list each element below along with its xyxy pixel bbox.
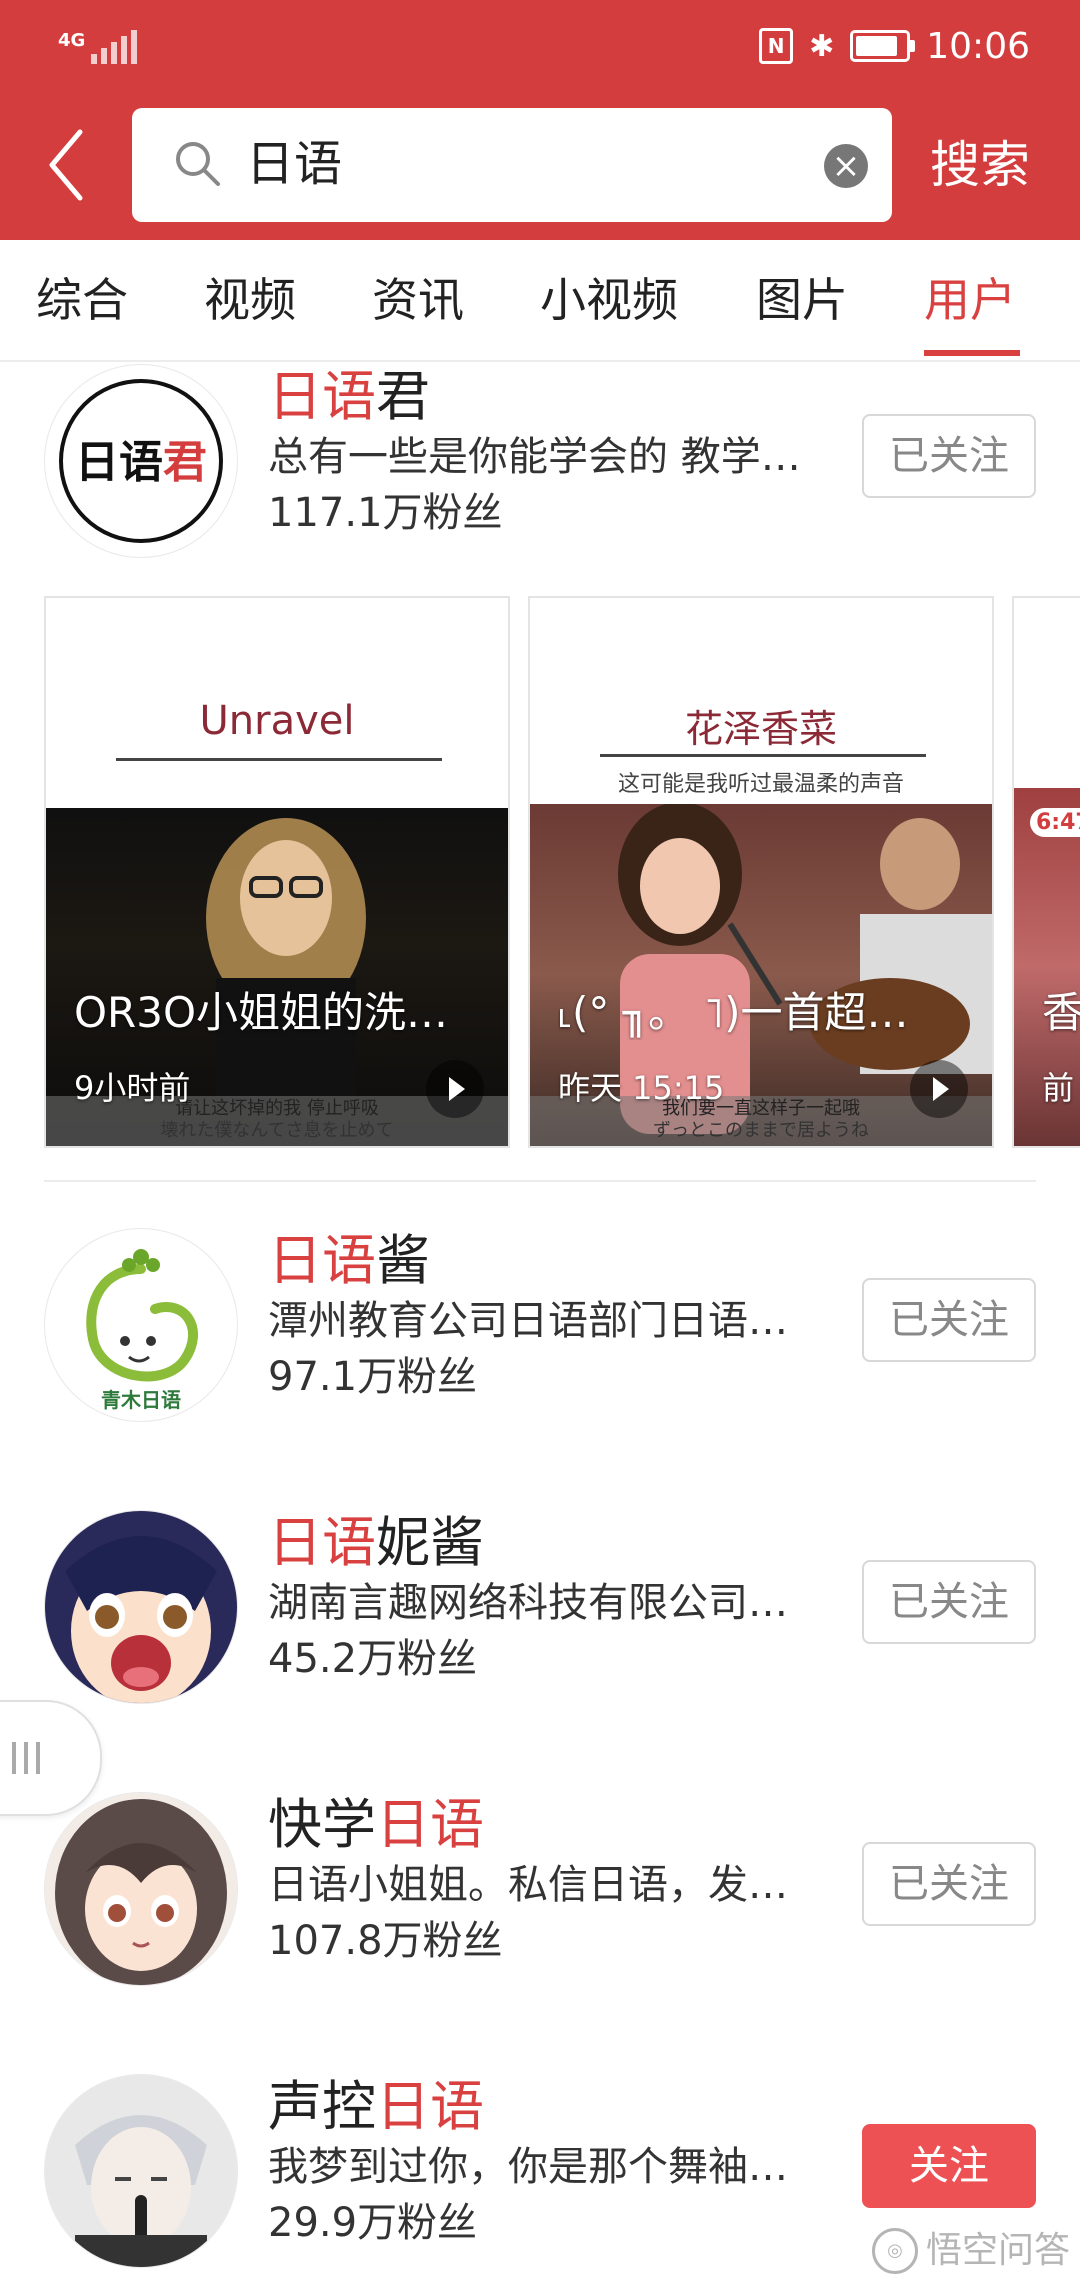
search-input[interactable]: 日语 (246, 134, 342, 194)
avatar: 日语君 (44, 364, 238, 558)
user-fans-count: 45.2万粉丝 (268, 1636, 478, 1682)
video-caption-line-2: 壊れた僕なんてさ息を止めて (160, 1120, 394, 1141)
signal-indicator: 4G (58, 24, 138, 64)
svg-text:青木日语: 青木日语 (101, 1388, 181, 1412)
user-description: 总有一些是你能学会的 教学… (268, 434, 801, 480)
category-tabs: 综合 视频 资讯 小视频 图片 用户 (0, 240, 1080, 362)
follow-button[interactable]: 关注 (862, 2124, 1036, 2208)
tab-news[interactable]: 资讯 (372, 270, 464, 330)
search-icon (176, 142, 220, 186)
user-name: 日语君 (268, 365, 430, 428)
user-description: 潭州教育公司日语部门日语… (268, 1298, 788, 1344)
signal-bars-icon (91, 30, 138, 64)
video-card[interactable]: 6:47 香 前 (1012, 596, 1080, 1148)
user-name: 日语妮酱 (268, 1511, 484, 1574)
following-button[interactable]: 已关注 (862, 1842, 1036, 1926)
tab-short-video[interactable]: 小视频 (540, 270, 678, 330)
user-avatar-image (45, 1793, 237, 1985)
handle-grip-line (12, 1742, 16, 1774)
user-description: 湖南言趣网络科技有限公司… (268, 1580, 788, 1626)
video-time: 昨天 15:15 (558, 1069, 725, 1107)
video-duration-badge: 6:47 (1030, 808, 1080, 837)
tab-images[interactable]: 图片 (756, 270, 848, 330)
app-header: 4G N ✱ 10:06 日语 × 搜索 (0, 0, 1080, 240)
user-name: 声控日语 (268, 2075, 484, 2138)
search-button[interactable]: 搜索 (930, 130, 1030, 200)
handle-grip-line (36, 1742, 40, 1774)
tab-video[interactable]: 视频 (204, 270, 296, 330)
user-fans-count: 97.1万粉丝 (268, 1354, 478, 1400)
video-carousel[interactable]: Unravel 请让这坏掉的我 停止呼吸 壊れた僕なんてさ息を止めて OR3O小… (0, 596, 1080, 1148)
avatar: 青木日语 (44, 1228, 238, 1422)
nfc-icon: N (759, 28, 794, 64)
clear-icon[interactable]: × (824, 144, 868, 188)
status-bar: 4G N ✱ 10:06 (0, 0, 1080, 92)
user-avatar-image (45, 2075, 237, 2267)
watermark-logo-icon: ◎ (871, 2228, 918, 2274)
play-icon[interactable] (910, 1060, 968, 1118)
video-time: 9小时前 (74, 1069, 191, 1107)
following-button[interactable]: 已关注 (862, 1278, 1036, 1362)
watermark-text: 悟空问答 (925, 2230, 1070, 2271)
video-cover-subtitle: 这可能是我听过最温柔的声音 (617, 772, 904, 797)
chevron-left-icon (49, 129, 83, 201)
battery-fill (856, 36, 898, 56)
video-card[interactable]: Unravel 请让这坏掉的我 停止呼吸 壊れた僕なんてさ息を止めて OR3O小… (44, 596, 510, 1148)
back-button[interactable] (46, 128, 86, 202)
user-fans-count: 107.8万粉丝 (268, 1918, 503, 1964)
video-cover-title: Unravel (199, 698, 355, 744)
cover-divider (600, 754, 926, 757)
search-box[interactable]: 日语 × (132, 108, 892, 222)
play-icon[interactable] (426, 1060, 484, 1118)
video-time: 前 (1042, 1069, 1075, 1107)
user-description: 我梦到过你，你是那个舞袖… (268, 2144, 788, 2190)
following-button[interactable]: 已关注 (862, 1560, 1036, 1644)
following-button[interactable]: 已关注 (862, 414, 1036, 498)
video-card[interactable]: 花泽香菜 这可能是我听过最温柔的声音 我们要一直这样子一起哦 ずっとこのままで居… (528, 596, 994, 1148)
user-avatar-image: 青木日语 (86, 1249, 199, 1412)
avatar (44, 2074, 238, 2268)
video-title: 香 (1042, 988, 1080, 1037)
user-item[interactable]: 日语君 日语君 总有一些是你能学会的 教学… 117.1万粉丝 已关注 (0, 364, 1080, 564)
avatar (44, 1510, 238, 1704)
avatar (44, 1792, 238, 1986)
watermark: ◎ 悟空问答 (871, 2228, 1070, 2274)
user-item[interactable]: 快学日语 日语小姐姐。私信日语，发… 107.8万粉丝 已关注 (0, 1792, 1080, 1992)
battery-icon (850, 30, 916, 62)
user-avatar-image (45, 1511, 237, 1703)
video-title: OR3O小姐姐的洗… (74, 988, 449, 1037)
cover-divider (116, 758, 442, 761)
user-item[interactable]: 日语妮酱 湖南言趣网络科技有限公司… 45.2万粉丝 已关注 (0, 1510, 1080, 1710)
user-fans-count: 117.1万粉丝 (268, 490, 503, 536)
user-item[interactable]: 青木日语 日语酱 潭州教育公司日语部门日语… 97.1万粉丝 已关注 (0, 1228, 1080, 1428)
user-name: 快学日语 (268, 1793, 484, 1856)
tab-comprehensive[interactable]: 综合 (36, 270, 128, 330)
user-fans-count: 29.9万粉丝 (268, 2200, 478, 2246)
user-description: 日语小姐姐。私信日语，发… (268, 1862, 788, 1908)
video-title: ˪(° ╖。 ˥)一首超… (558, 988, 909, 1037)
handle-grip-line (24, 1742, 28, 1774)
active-tab-indicator (924, 350, 1020, 356)
user-name: 日语酱 (268, 1229, 430, 1292)
tab-users[interactable]: 用户 (924, 270, 1016, 330)
status-time: 10:06 (926, 25, 1030, 67)
network-type: 4G (58, 30, 86, 51)
video-caption-line-2: ずっとこのままで居ようね (653, 1120, 869, 1141)
bluetooth-icon: ✱ (809, 28, 835, 64)
svg-text:日语君: 日语君 (75, 437, 207, 488)
video-cover-title: 花泽香菜 (684, 707, 837, 751)
user-avatar-image: 日语君 (59, 379, 223, 543)
section-divider (44, 1180, 1036, 1182)
